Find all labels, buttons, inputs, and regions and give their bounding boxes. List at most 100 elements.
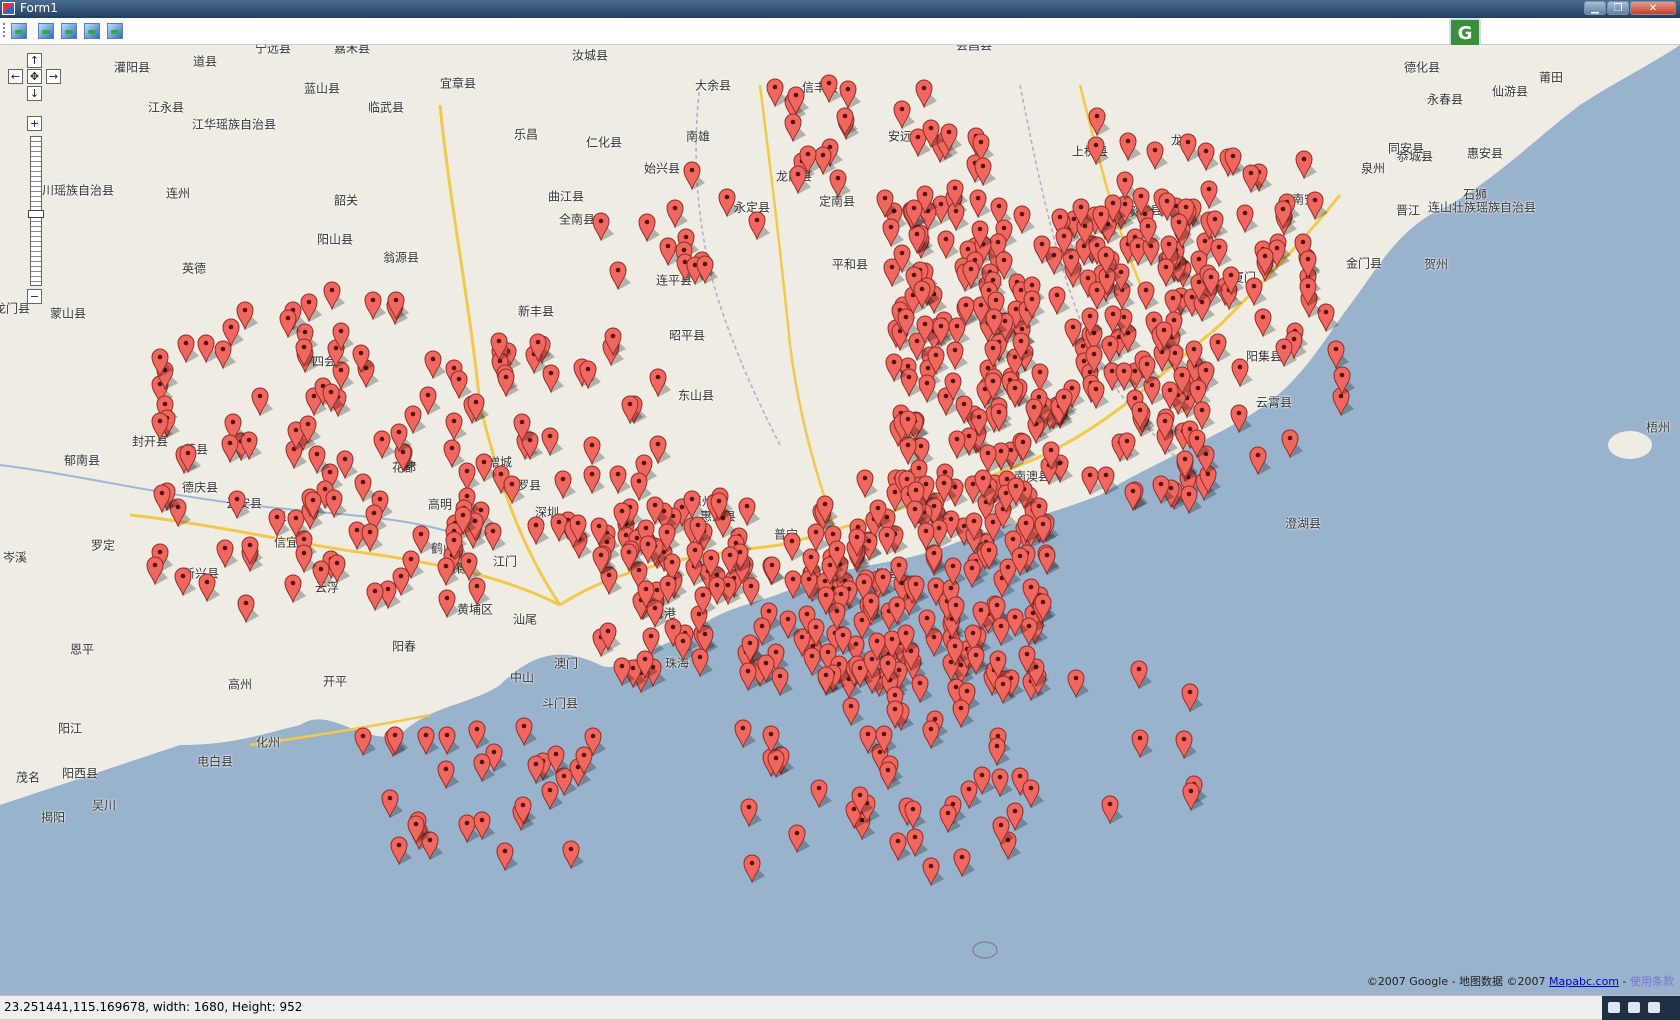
map-marker-pin[interactable] — [1249, 446, 1271, 476]
map-marker-pin[interactable] — [979, 444, 1001, 474]
map-marker-pin[interactable] — [613, 657, 635, 687]
map-marker-pin[interactable] — [816, 495, 838, 525]
map-image-button-1[interactable] — [11, 23, 27, 39]
map-marker-pin[interactable] — [620, 543, 642, 573]
map-marker-pin[interactable] — [779, 610, 801, 640]
map-marker-pin[interactable] — [1327, 340, 1349, 370]
map-marker-pin[interactable] — [438, 589, 460, 619]
map-marker-pin[interactable] — [1155, 321, 1177, 351]
map-marker-pin[interactable] — [893, 100, 915, 130]
map-marker-pin[interactable] — [1115, 362, 1137, 392]
map-marker-pin[interactable] — [1146, 141, 1168, 171]
map-marker-pin[interactable] — [1138, 355, 1160, 385]
map-marker-pin[interactable] — [946, 637, 968, 667]
map-marker-pin[interactable] — [1018, 645, 1040, 675]
map-marker-pin[interactable] — [696, 255, 718, 285]
map-marker-pin[interactable] — [965, 512, 987, 542]
map-marker-pin[interactable] — [562, 840, 584, 870]
map-marker-pin[interactable] — [1025, 398, 1047, 428]
map-marker-pin[interactable] — [973, 766, 995, 796]
help-icon[interactable] — [1648, 1002, 1660, 1013]
map-marker-pin[interactable] — [1182, 782, 1204, 812]
map-marker-pin[interactable] — [613, 502, 635, 532]
pan-up-button[interactable]: ↑ — [27, 53, 42, 68]
map-marker-pin[interactable] — [496, 842, 518, 872]
map-marker-pin[interactable] — [419, 386, 441, 416]
map-marker-pin[interactable] — [842, 697, 864, 727]
map-marker-pin[interactable] — [515, 717, 537, 747]
map-marker-pin[interactable] — [295, 338, 317, 368]
mapabc-link[interactable]: Mapabc.com — [1549, 975, 1619, 988]
map-marker-pin[interactable] — [1088, 107, 1110, 137]
map-marker-pin[interactable] — [817, 586, 839, 616]
map-marker-pin[interactable] — [1224, 147, 1246, 177]
map-marker-pin[interactable] — [810, 779, 832, 809]
map-marker-pin[interactable] — [637, 580, 659, 610]
map-marker-pin[interactable] — [969, 189, 991, 219]
map-marker-pin[interactable] — [177, 334, 199, 364]
map-marker-pin[interactable] — [1072, 198, 1094, 228]
map-marker-pin[interactable] — [1206, 210, 1228, 240]
pan-down-button[interactable]: ↓ — [27, 86, 42, 101]
map-marker-pin[interactable] — [1012, 332, 1034, 362]
map-image-button-4[interactable] — [84, 23, 100, 39]
map-marker-pin[interactable] — [1274, 200, 1296, 230]
map-marker-pin[interactable] — [897, 308, 919, 338]
map-marker-pin[interactable] — [851, 786, 873, 816]
map-marker-pin[interactable] — [1118, 432, 1140, 462]
map-marker-pin[interactable] — [437, 557, 459, 587]
map-marker-pin[interactable] — [918, 374, 940, 404]
map-marker-pin[interactable] — [683, 490, 705, 520]
map-marker-pin[interactable] — [1055, 388, 1077, 418]
map-image-button-2[interactable] — [38, 23, 54, 39]
map-marker-pin[interactable] — [1242, 164, 1264, 194]
map-marker-pin[interactable] — [386, 726, 408, 756]
map-marker-pin[interactable] — [151, 412, 173, 442]
map-marker-pin[interactable] — [417, 726, 439, 756]
map-image-button-3[interactable] — [61, 23, 77, 39]
minimize-button[interactable]: ▁ — [1584, 1, 1606, 15]
map-marker-pin[interactable] — [527, 516, 549, 546]
map-marker-pin[interactable] — [454, 506, 476, 536]
map-marker-pin[interactable] — [992, 617, 1014, 647]
map-marker-pin[interactable] — [917, 522, 939, 552]
map-marker-pin[interactable] — [1013, 205, 1035, 235]
map-marker-pin[interactable] — [390, 423, 412, 453]
map-marker-pin[interactable] — [584, 727, 606, 757]
map-marker-pin[interactable] — [1017, 514, 1039, 544]
map-marker-pin[interactable] — [1236, 204, 1258, 234]
map-marker-pin[interactable] — [957, 296, 979, 326]
map-marker-pin[interactable] — [503, 475, 525, 505]
map-marker-pin[interactable] — [1034, 593, 1056, 623]
map-marker-pin[interactable] — [710, 492, 732, 522]
map-marker-pin[interactable] — [475, 453, 497, 483]
map-marker-pin[interactable] — [913, 280, 935, 310]
map-marker-pin[interactable] — [322, 383, 344, 413]
map-marker-pin[interactable] — [527, 755, 549, 785]
map-marker-pin[interactable] — [268, 508, 290, 538]
map-marker-pin[interactable] — [953, 848, 975, 878]
map-marker-pin[interactable] — [740, 798, 762, 828]
map-marker-pin[interactable] — [529, 333, 551, 363]
map-marker-pin[interactable] — [1097, 246, 1119, 276]
map-marker-pin[interactable] — [497, 368, 519, 398]
map-marker-pin[interactable] — [450, 370, 472, 400]
map-marker-pin[interactable] — [649, 368, 671, 398]
map-marker-pin[interactable] — [1175, 730, 1197, 760]
map-view[interactable]: 宁远县 嘉禾县 汝城县 大余县 信丰县 会昌县 德化县 莆田 灌阳县 道县 蓝山县 临武县 宜章县 乐昌仁… — [0, 45, 1680, 995]
map-marker-pin[interactable] — [513, 413, 535, 443]
map-marker-pin[interactable] — [992, 816, 1014, 846]
map-marker-pin[interactable] — [1230, 404, 1252, 434]
map-marker-pin[interactable] — [1179, 133, 1201, 163]
map-marker-pin[interactable] — [214, 340, 236, 370]
zoom-slider-handle[interactable] — [28, 210, 44, 218]
pan-left-button[interactable]: ← — [8, 69, 23, 84]
map-marker-pin[interactable] — [739, 662, 761, 692]
map-marker-pin[interactable] — [922, 857, 944, 887]
map-marker-pin[interactable] — [354, 473, 376, 503]
maximize-button[interactable]: ❐ — [1607, 1, 1629, 15]
map-marker-pin[interactable] — [1087, 380, 1109, 410]
map-marker-pin[interactable] — [1085, 345, 1107, 375]
map-marker-pin[interactable] — [944, 557, 966, 587]
map-marker-pin[interactable] — [1007, 477, 1029, 507]
